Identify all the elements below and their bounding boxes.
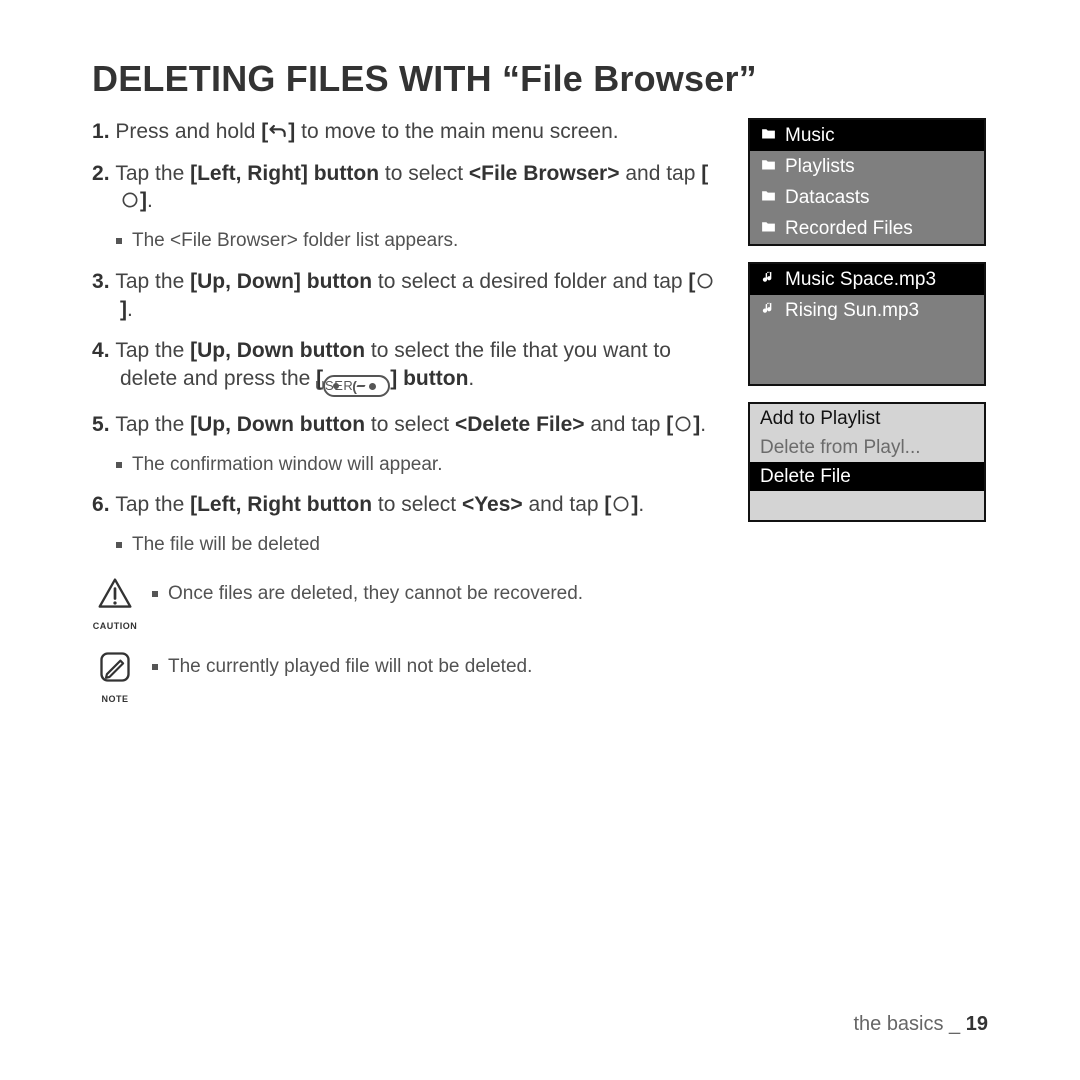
footer-page: 19	[966, 1013, 988, 1035]
text: Left, Right button	[197, 493, 372, 516]
menu-add-to-playlist: Add to Playlist	[750, 404, 984, 433]
context-menu-panel: Add to Playlist Delete from Playl... Del…	[748, 402, 986, 522]
select-icon	[673, 414, 693, 434]
text: Tap the	[115, 493, 190, 516]
text: to select a desired folder and tap	[372, 270, 688, 293]
label: Delete from Playl...	[760, 438, 921, 457]
step-6-sub: The file will be deleted	[116, 533, 722, 558]
instructions-column: Press and hold [] to move to the main me…	[92, 118, 722, 704]
text: Up, Down] button	[197, 270, 372, 293]
text: to move to the main menu screen.	[295, 120, 618, 143]
footer-section: the basics _	[853, 1013, 965, 1035]
text: Press and hold	[115, 120, 261, 143]
folder-item-music: Music	[750, 120, 984, 151]
music-note-icon	[760, 269, 777, 290]
step-5: Tap the [Up, Down button to select <Dele…	[92, 411, 722, 439]
page-title: DELETING FILES WITH “File Browser”	[92, 58, 988, 100]
step-3: Tap the [Up, Down] button to select a de…	[92, 268, 722, 323]
label: Rising Sun.mp3	[785, 301, 919, 320]
text: and tap	[523, 493, 605, 516]
label: Playlists	[785, 157, 855, 176]
caution-label: CAUTION	[93, 621, 138, 631]
folder-icon	[760, 125, 777, 146]
file-item-music-space: Music Space.mp3	[750, 264, 984, 295]
folder-icon	[760, 156, 777, 177]
blank-row	[750, 355, 984, 384]
note-text: The currently played file will not be de…	[152, 655, 722, 680]
back-icon	[268, 121, 288, 141]
step-2: Tap the [Left, Right] button to select <…	[92, 160, 722, 215]
label: Delete File	[760, 467, 851, 486]
text: Up, Down button	[197, 339, 365, 362]
file-list-panel: Music Space.mp3 Rising Sun.mp3	[748, 262, 986, 386]
text: to select	[372, 493, 462, 516]
text: Left, Right] button	[197, 162, 379, 185]
label: Add to Playlist	[760, 409, 880, 428]
folder-list-panel: Music Playlists Datacasts Recorded Files	[748, 118, 986, 246]
text: <Delete File>	[455, 413, 585, 436]
menu-delete-from-playlist: Delete from Playl...	[750, 433, 984, 462]
text: to select	[379, 162, 469, 185]
menu-delete-file: Delete File	[750, 462, 984, 491]
text: <Yes>	[462, 493, 523, 516]
folder-icon	[760, 187, 777, 208]
device-screens-column: Music Playlists Datacasts Recorded Files…	[748, 118, 988, 704]
blank-row	[750, 326, 984, 355]
note-block: NOTE The currently played file will not …	[92, 649, 722, 704]
folder-item-recorded: Recorded Files	[750, 213, 984, 244]
text: Tap the	[115, 270, 190, 293]
text: to select	[365, 413, 455, 436]
caution-block: CAUTION Once files are deleted, they can…	[92, 576, 722, 631]
text: and tap	[620, 162, 702, 185]
label: Music	[785, 126, 835, 145]
step-4: Tap the [Up, Down button to select the f…	[92, 337, 722, 397]
caution-text: Once files are deleted, they cannot be r…	[152, 582, 722, 607]
text: button	[397, 367, 468, 390]
file-item-rising-sun: Rising Sun.mp3	[750, 295, 984, 326]
note-icon	[97, 649, 133, 690]
text: Tap the	[115, 413, 190, 436]
text: Up, Down button	[197, 413, 365, 436]
caution-icon	[97, 576, 133, 617]
steps-list: Press and hold [] to move to the main me…	[92, 118, 722, 215]
text: Tap the	[115, 162, 190, 185]
folder-item-datacasts: Datacasts	[750, 182, 984, 213]
select-icon	[695, 271, 715, 291]
note-label: NOTE	[101, 694, 128, 704]
text: Tap the	[115, 339, 190, 362]
label: Recorded Files	[785, 219, 913, 238]
select-icon	[120, 190, 140, 210]
folder-item-playlists: Playlists	[750, 151, 984, 182]
label: Datacasts	[785, 188, 869, 207]
music-note-icon	[760, 300, 777, 321]
blank-row	[750, 491, 984, 520]
user-button-icon: USER(	[323, 375, 390, 397]
text: <File Browser>	[469, 162, 620, 185]
step-2-sub: The <File Browser> folder list appears.	[116, 229, 722, 254]
step-6: Tap the [Left, Right button to select <Y…	[92, 491, 722, 519]
label: Music Space.mp3	[785, 270, 936, 289]
step-5-sub: The confirmation window will appear.	[116, 453, 722, 478]
step-1: Press and hold [] to move to the main me…	[92, 118, 722, 146]
folder-icon	[760, 218, 777, 239]
text: and tap	[585, 413, 667, 436]
select-icon	[611, 494, 631, 514]
page-footer: the basics _ 19	[853, 1013, 988, 1036]
